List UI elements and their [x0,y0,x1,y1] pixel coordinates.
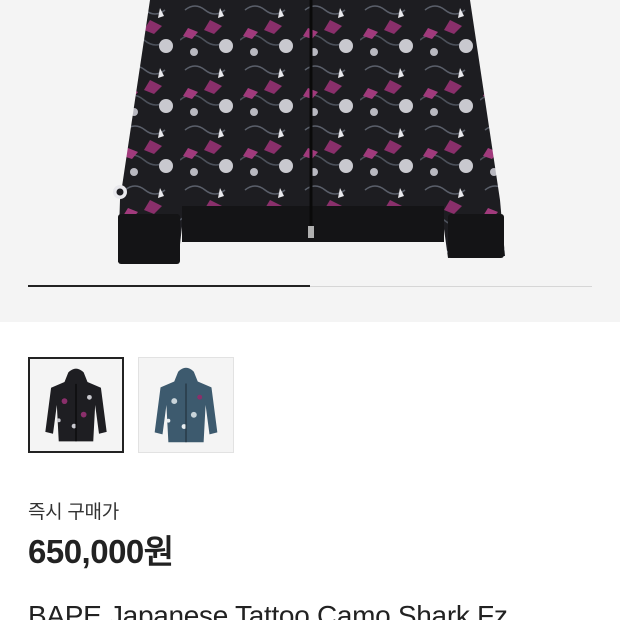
thumbnail-black[interactable] [28,357,124,453]
price-value: 650,000원 [28,533,174,570]
product-title: BAPE Japanese Tattoo Camo Shark Fz [28,600,508,620]
thumbnail-black-image [45,368,107,442]
gallery-progress-track [28,285,592,287]
thumbnail-blue-image [154,367,218,443]
hoodie-image [113,0,505,264]
product-image-hero[interactable] [0,0,620,322]
gallery-progress-fill [28,285,310,287]
thumbnail-list [28,357,234,453]
price-label: 즉시 구매가 [28,502,119,523]
thumbnail-blue[interactable] [138,357,234,453]
